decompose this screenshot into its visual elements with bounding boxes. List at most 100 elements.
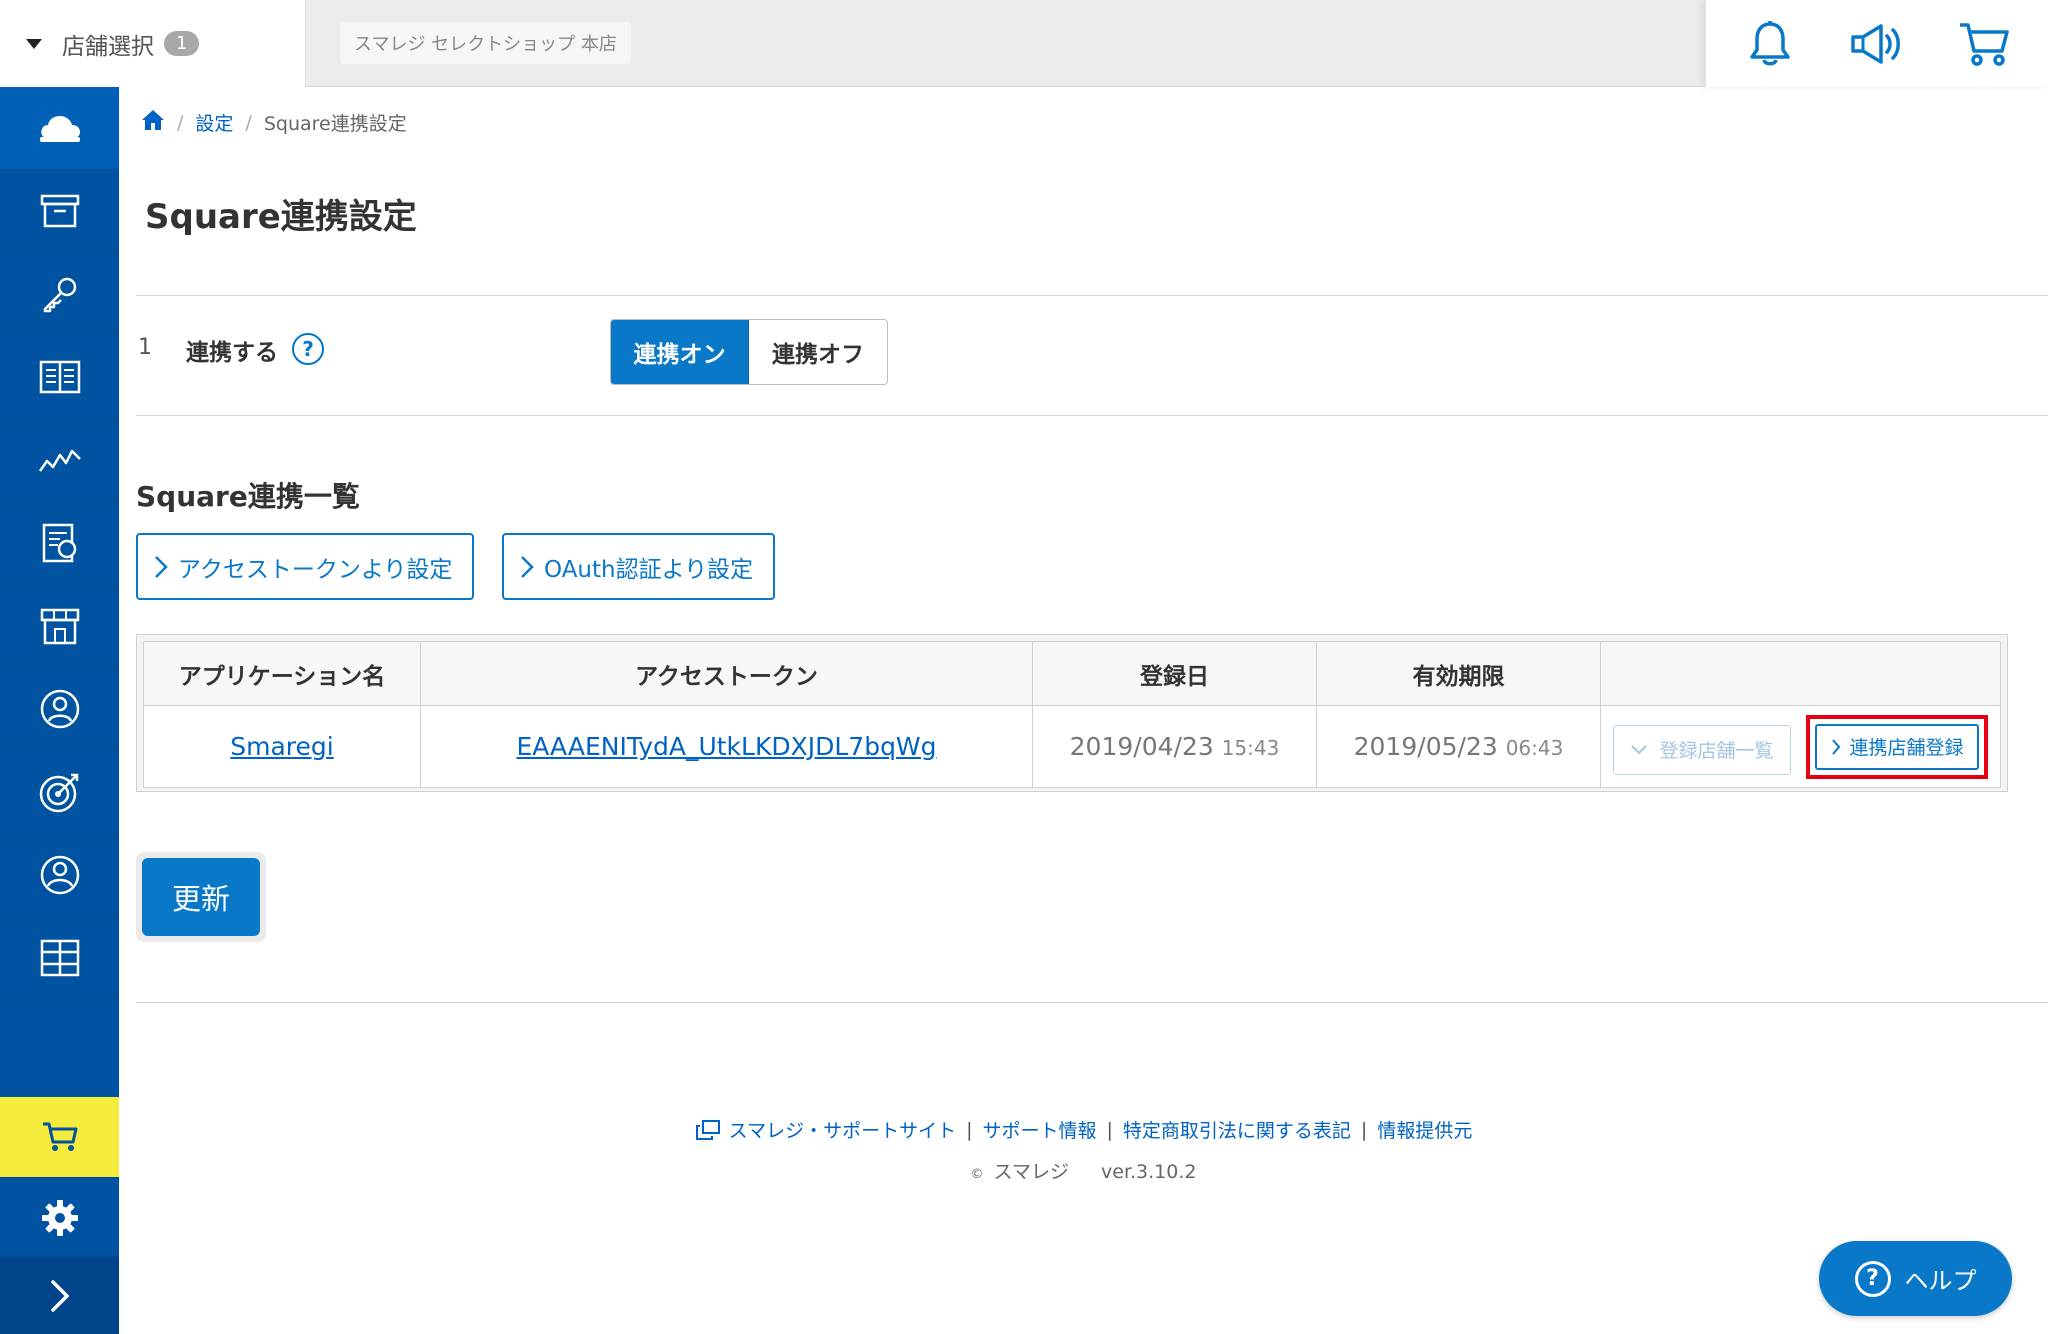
oauth-setup-label: OAuth認証より設定	[544, 556, 754, 583]
sidebar-item-chart[interactable]	[0, 419, 119, 502]
breadcrumb-separator: /	[177, 111, 184, 134]
app-name-link[interactable]: Smaregi	[230, 732, 333, 761]
sidebar-item-customer[interactable]	[0, 668, 119, 751]
sidebar-item-key[interactable]	[0, 253, 119, 336]
chevron-right-icon	[1832, 738, 1841, 755]
divider	[136, 1002, 2048, 1003]
grid-icon	[40, 939, 79, 977]
cell-expiry: 2019/05/23 06:43	[1316, 705, 1601, 788]
table-row: Smaregi EAAAENITydA_UtkLKDXJDL7bqWg 2019…	[143, 705, 2001, 788]
top-bar: 店舗選択 1 スマレジ セレクトショップ 本店	[0, 0, 2048, 87]
divider	[136, 415, 2048, 416]
chevron-right-icon	[155, 555, 168, 578]
update-button[interactable]: 更新	[142, 858, 260, 936]
archive-icon	[40, 194, 79, 228]
footer-separator: |	[1360, 1118, 1368, 1141]
bell-icon[interactable]	[1740, 14, 1800, 74]
cart-icon	[42, 1122, 77, 1151]
chart-icon	[38, 449, 81, 472]
setting-number: 1	[138, 335, 152, 360]
store-register-label: 連携店舗登録	[1849, 737, 1964, 759]
chevron-right-icon	[521, 555, 534, 578]
footer-copyright: © スマレジ ver.3.10.2	[119, 1157, 2048, 1184]
table-header-row: アプリケーション名 アクセストークン 登録日 有効期限	[143, 641, 2001, 706]
help-button[interactable]: ? ヘルプ	[1819, 1241, 2012, 1316]
megaphone-icon[interactable]	[1847, 14, 1907, 74]
footer-link-support-info[interactable]: サポート情報	[982, 1116, 1096, 1143]
column-header-expiry: 有効期限	[1316, 641, 1601, 706]
sidebar-item-settings[interactable]	[0, 1177, 119, 1257]
highlight-box: 連携店舗登録	[1806, 714, 1989, 779]
toggle-off-button[interactable]: 連携オフ	[749, 320, 887, 384]
sidebar-item-cloud[interactable]	[0, 87, 119, 170]
help-icon[interactable]: ?	[292, 333, 324, 365]
page-title: Square連携設定	[145, 197, 417, 237]
top-icon-group	[1706, 0, 2048, 87]
key-icon	[43, 277, 76, 313]
home-icon[interactable]	[141, 109, 165, 136]
sidebar	[0, 87, 119, 1334]
target-icon	[39, 773, 78, 813]
sidebar-item-book[interactable]	[0, 336, 119, 419]
report-icon	[42, 523, 76, 563]
store-select[interactable]: 店舗選択 1	[0, 0, 306, 87]
cell-app-name: Smaregi	[143, 705, 421, 788]
caret-down-icon	[26, 38, 42, 49]
breadcrumb-settings[interactable]: 設定	[195, 109, 233, 136]
store-register-button[interactable]: 連携店舗登録	[1815, 723, 1980, 770]
store-count-badge: 1	[164, 31, 200, 56]
store-icon	[40, 608, 79, 645]
help-button-label: ヘルプ	[1904, 1267, 1977, 1295]
sidebar-expand-button[interactable]	[0, 1257, 119, 1334]
expiry-time: 06:43	[1505, 736, 1564, 760]
cell-registered-date: 2019/04/23 15:43	[1032, 705, 1317, 788]
update-button-wrap: 更新	[136, 852, 266, 942]
footer-link-support-site[interactable]: スマレジ・サポートサイト	[729, 1116, 956, 1143]
access-token-link[interactable]: EAAAENITydA_UtkLKDXJDL7bqWg	[516, 732, 936, 761]
sidebar-item-store[interactable]	[0, 585, 119, 668]
footer-separator: |	[1106, 1118, 1113, 1141]
store-list-button[interactable]: 登録店舗一覧	[1612, 724, 1791, 775]
column-header-actions	[1600, 641, 2001, 706]
oauth-setup-button[interactable]: OAuth認証より設定	[502, 533, 776, 600]
footer: スマレジ・サポートサイト | サポート情報 | 特定商取引法に関する表記 | 情…	[119, 1116, 2048, 1184]
sidebar-item-archive[interactable]	[0, 170, 119, 253]
sidebar-item-register-cart[interactable]	[0, 1097, 119, 1177]
gear-icon	[41, 1199, 78, 1236]
store-select-label: 店舗選択	[62, 33, 154, 60]
breadcrumb-separator: /	[245, 111, 252, 134]
cart-icon[interactable]	[1954, 14, 2014, 74]
sidebar-item-user[interactable]	[0, 834, 119, 917]
chevron-right-icon	[50, 1279, 69, 1312]
customer-icon	[40, 689, 79, 729]
copyright-company: スマレジ	[993, 1161, 1069, 1183]
question-icon: ?	[1854, 1260, 1891, 1297]
toggle-on-button[interactable]: 連携オン	[611, 320, 749, 384]
access-token-setup-button[interactable]: アクセストークンより設定	[136, 533, 475, 600]
access-token-setup-label: アクセストークンより設定	[178, 556, 453, 583]
footer-link-provider[interactable]: 情報提供元	[1377, 1116, 1472, 1143]
breadcrumb: / 設定 / Square連携設定	[141, 109, 407, 136]
registered-time: 15:43	[1221, 736, 1280, 760]
book-icon	[39, 360, 80, 394]
sidebar-item-report[interactable]	[0, 502, 119, 585]
copyright-symbol: ©	[970, 1167, 984, 1182]
setting-row-link: 1 連携する ? 連携オン 連携オフ	[136, 297, 2048, 407]
column-header-access-token: アクセストークン	[420, 641, 1033, 706]
expiry-date: 2019/05/23	[1353, 732, 1498, 761]
store-list-label: 登録店舗一覧	[1659, 740, 1774, 762]
sidebar-item-grid[interactable]	[0, 917, 119, 1000]
square-link-table: アプリケーション名 アクセストークン 登録日 有効期限 Smaregi EAAA…	[136, 634, 2008, 792]
cell-access-token: EAAAENITydA_UtkLKDXJDL7bqWg	[420, 705, 1033, 788]
link-toggle: 連携オン 連携オフ	[610, 319, 888, 385]
column-header-app-name: アプリケーション名	[143, 641, 421, 706]
main-content: / 設定 / Square連携設定 Square連携設定 1 連携する ? 連携…	[119, 87, 2048, 1334]
cell-actions: 登録店舗一覧 連携店舗登録	[1600, 705, 2001, 788]
registered-date: 2019/04/23	[1069, 732, 1214, 761]
footer-link-legal[interactable]: 特定商取引法に関する表記	[1123, 1116, 1351, 1143]
chevron-down-icon	[1630, 744, 1647, 754]
divider	[136, 295, 2048, 296]
sidebar-item-target[interactable]	[0, 751, 119, 834]
section-title: Square連携一覧	[136, 480, 360, 513]
shop-name: スマレジ セレクトショップ 本店	[340, 22, 631, 64]
